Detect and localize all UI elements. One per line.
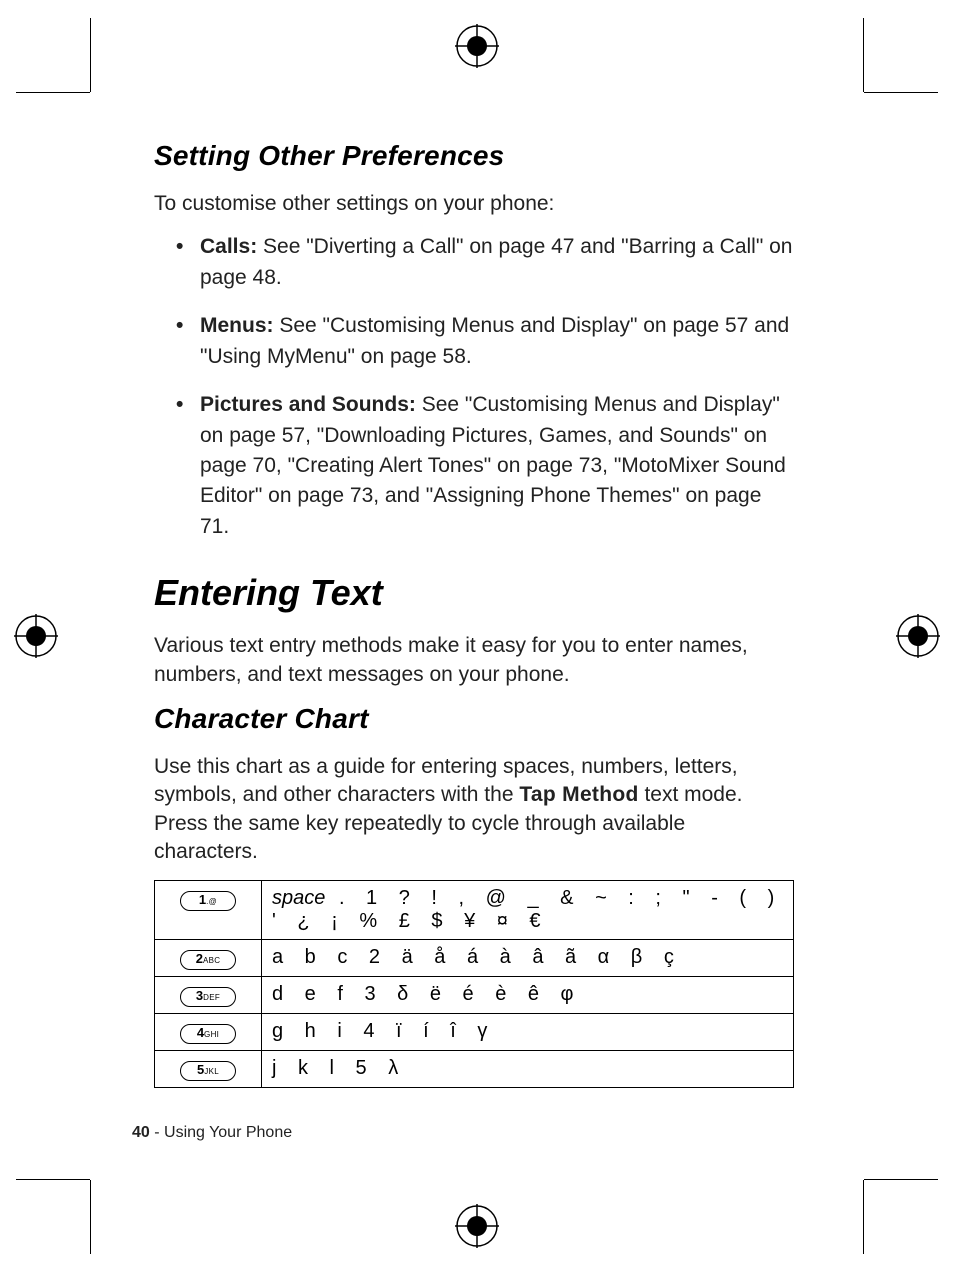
keycap-icon: 4GHI [180, 1024, 236, 1044]
crop-line [90, 18, 91, 92]
crop-line [90, 1180, 91, 1254]
bullet-pictures-sounds: Pictures and Sounds: See "Customising Me… [154, 390, 794, 542]
registration-mark-top [455, 24, 499, 68]
bullet-calls: Calls: See "Diverting a Call" on page 47… [154, 232, 794, 293]
preferences-bullet-list: Calls: See "Diverting a Call" on page 47… [154, 232, 794, 542]
bullet-menus: Menus: See "Customising Menus and Displa… [154, 311, 794, 372]
table-row: 1.@ space . 1 ? ! , @ _ & ~ : ; " - ( ) '… [155, 881, 794, 940]
key-cell: 3DEF [155, 977, 262, 1014]
registration-mark-left [14, 614, 58, 658]
crop-line [16, 92, 90, 93]
characters-cell: space . 1 ? ! , @ _ & ~ : ; " - ( ) ' ¿ … [262, 881, 794, 940]
crop-line [16, 1179, 90, 1180]
crop-line [864, 1179, 938, 1180]
table-row: 3DEF d e f 3 δ ë é è ê φ [155, 977, 794, 1014]
bullet-lead: Calls: [200, 235, 257, 258]
page-number: 40 [132, 1124, 150, 1141]
heading-character-chart: Character Chart [154, 703, 794, 735]
crop-line [863, 1180, 864, 1254]
key-cell: 1.@ [155, 881, 262, 940]
table-row: 2ABC a b c 2 ä å á à â ã α β ç [155, 940, 794, 977]
page: Setting Other Preferences To customise o… [0, 0, 954, 1272]
keycap-icon: 5JKL [180, 1061, 236, 1081]
characters-cell: a b c 2 ä å á à â ã α β ç [262, 940, 794, 977]
heading-setting-other-preferences: Setting Other Preferences [154, 140, 794, 172]
keycap-icon: 3DEF [180, 987, 236, 1007]
paragraph-entering-intro: Various text entry methods make it easy … [154, 632, 794, 689]
registration-mark-right [896, 614, 940, 658]
key-cell: 5JKL [155, 1051, 262, 1088]
table-row: 5JKL j k l 5 λ [155, 1051, 794, 1088]
crop-line [863, 18, 864, 92]
bullet-lead: Pictures and Sounds: [200, 393, 416, 416]
paragraph-prefs-intro: To customise other settings on your phon… [154, 190, 794, 218]
characters-cell: d e f 3 δ ë é è ê φ [262, 977, 794, 1014]
footer-section-label: - Using Your Phone [150, 1124, 292, 1141]
table-row: 4GHI g h i 4 ï í î γ [155, 1014, 794, 1051]
keycap-icon: 2ABC [180, 950, 236, 970]
registration-mark-bottom [455, 1204, 499, 1248]
paragraph-chart-intro: Use this chart as a guide for entering s… [154, 753, 794, 866]
content-area: Setting Other Preferences To customise o… [154, 140, 794, 1088]
page-footer: 40 - Using Your Phone [132, 1124, 292, 1142]
key-cell: 4GHI [155, 1014, 262, 1051]
key-cell: 2ABC [155, 940, 262, 977]
bullet-lead: Menus: [200, 314, 274, 337]
bullet-text: See "Diverting a Call" on page 47 and "B… [200, 235, 792, 288]
keycap-icon: 1.@ [180, 891, 236, 911]
characters-cell: j k l 5 λ [262, 1051, 794, 1088]
character-chart-table: 1.@ space . 1 ? ! , @ _ & ~ : ; " - ( ) '… [154, 880, 794, 1088]
characters-cell: g h i 4 ï í î γ [262, 1014, 794, 1051]
heading-entering-text: Entering Text [154, 572, 794, 614]
bullet-text: See "Customising Menus and Display" on p… [200, 314, 789, 367]
tap-method-label: Tap Method [519, 783, 638, 806]
crop-line [864, 92, 938, 93]
